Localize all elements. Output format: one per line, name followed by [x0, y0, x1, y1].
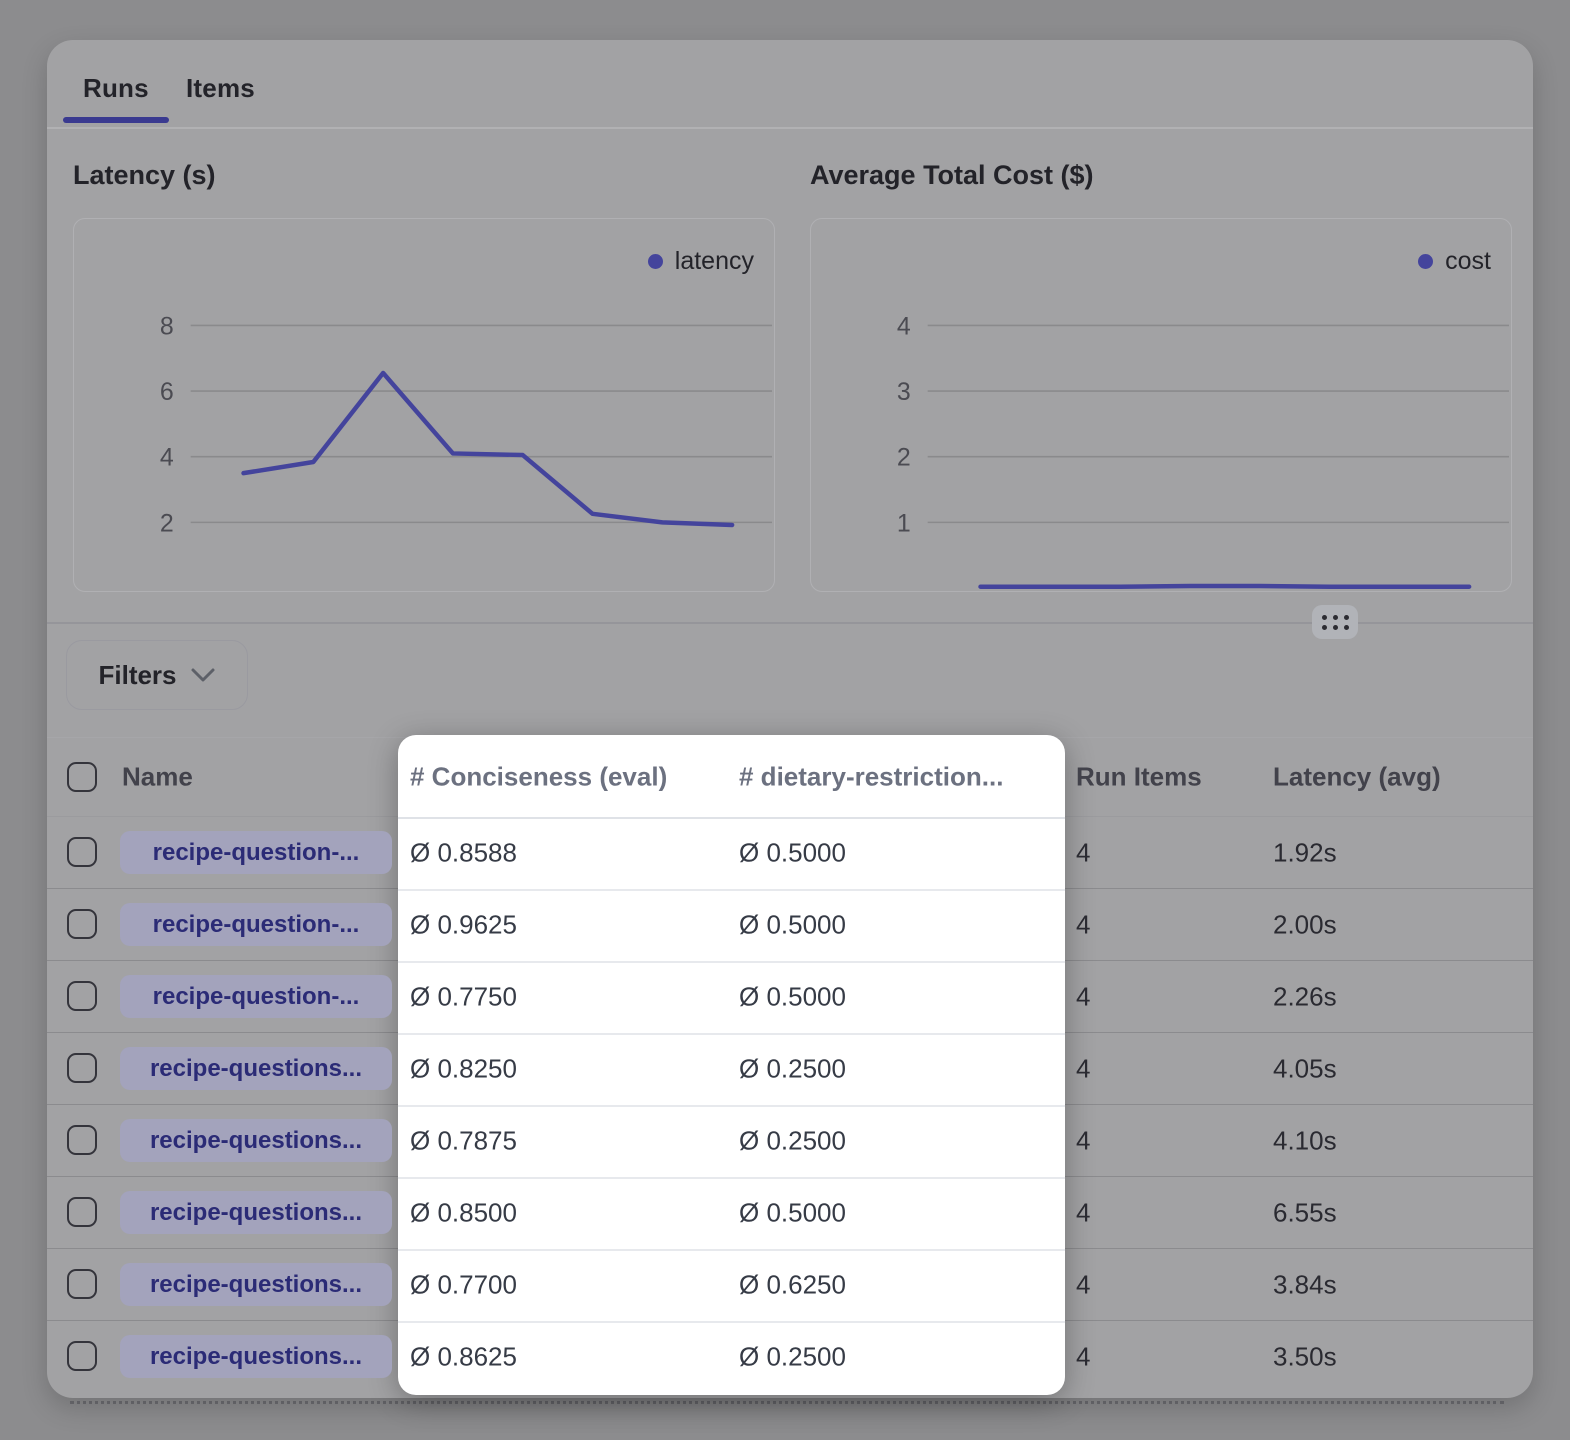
cost-legend-dot-icon: [1418, 254, 1433, 269]
latency-chart: 2 4 6 8 latency: [73, 218, 775, 592]
tab-items[interactable]: Items: [186, 73, 255, 104]
conciseness-score-cell: Ø 0.7875: [410, 1125, 517, 1156]
spotlight-row-divider: [398, 1177, 1065, 1179]
svg-text:2: 2: [160, 509, 174, 537]
svg-text:4: 4: [897, 312, 911, 340]
row-checkbox[interactable]: [67, 909, 97, 939]
run-name-pill[interactable]: recipe-question-...: [120, 975, 392, 1018]
latency-avg-cell: 6.55s: [1273, 1197, 1337, 1228]
dietary-restriction-score-cell: Ø 0.5000: [739, 909, 846, 940]
conciseness-score-cell: Ø 0.8588: [410, 837, 517, 868]
run-items-cell: 4: [1076, 1125, 1090, 1156]
runs-panel: Runs Items Latency (s) 2 4 6 8 latency Aver…: [47, 40, 1533, 1398]
filters-button[interactable]: Filters: [66, 640, 248, 710]
latency-avg-cell: 2.26s: [1273, 981, 1337, 1012]
column-header-run-items: Run Items: [1076, 762, 1202, 793]
row-checkbox[interactable]: [67, 1341, 97, 1371]
latency-chart-title: Latency (s): [73, 160, 216, 191]
spotlight-row-divider: [398, 1105, 1065, 1107]
dietary-restriction-score-cell: Ø 0.5000: [739, 1197, 846, 1228]
tabs-divider: [47, 127, 1533, 129]
runs-table: Name # Conciseness (eval) # dietary-rest…: [47, 737, 1533, 1393]
active-tab-indicator: [63, 117, 169, 123]
row-checkbox[interactable]: [67, 1053, 97, 1083]
svg-text:1: 1: [897, 509, 911, 537]
spotlight-row-divider: [398, 1321, 1065, 1323]
column-header-conciseness: # Conciseness (eval): [410, 762, 667, 793]
conciseness-score-cell: Ø 0.8500: [410, 1197, 517, 1228]
cost-chart: 1 2 3 4 cost: [810, 218, 1512, 592]
spotlight-row-divider: [398, 889, 1065, 891]
chevron-down-icon: [190, 667, 216, 683]
conciseness-score-cell: Ø 0.8250: [410, 1053, 517, 1084]
spotlight-row-divider: [398, 1033, 1065, 1035]
run-items-cell: 4: [1076, 1053, 1090, 1084]
dietary-restriction-score-cell: Ø 0.5000: [739, 837, 846, 868]
latency-avg-cell: 1.92s: [1273, 837, 1337, 868]
run-name-pill[interactable]: recipe-questions...: [120, 1335, 392, 1378]
row-checkbox[interactable]: [67, 1125, 97, 1155]
run-name-pill[interactable]: recipe-questions...: [120, 1047, 392, 1090]
row-checkbox[interactable]: [67, 1197, 97, 1227]
column-header-latency-avg: Latency (avg): [1273, 762, 1441, 793]
conciseness-score-cell: Ø 0.7750: [410, 981, 517, 1012]
spotlight-row-divider: [398, 961, 1065, 963]
select-all-checkbox[interactable]: [67, 762, 97, 792]
run-items-cell: 4: [1076, 1269, 1090, 1300]
row-checkbox[interactable]: [67, 981, 97, 1011]
latency-avg-cell: 4.05s: [1273, 1053, 1337, 1084]
dotted-scroll-track: [70, 1401, 1504, 1404]
dietary-restriction-score-cell: Ø 0.2500: [739, 1342, 846, 1373]
run-name-pill[interactable]: recipe-questions...: [120, 1191, 392, 1234]
cost-legend-label: cost: [1445, 247, 1491, 276]
cost-legend: cost: [1418, 247, 1491, 276]
column-header-name: Name: [122, 762, 193, 793]
svg-text:4: 4: [160, 444, 174, 472]
cost-line-chart: 1 2 3 4: [811, 219, 1511, 591]
latency-avg-cell: 3.50s: [1273, 1342, 1337, 1373]
run-items-cell: 4: [1076, 1197, 1090, 1228]
svg-text:3: 3: [897, 378, 911, 406]
svg-text:8: 8: [160, 312, 174, 340]
run-name-pill[interactable]: recipe-questions...: [120, 1263, 392, 1306]
spotlight-row-divider: [398, 817, 1065, 819]
conciseness-score-cell: Ø 0.7700: [410, 1269, 517, 1300]
conciseness-score-cell: Ø 0.9625: [410, 909, 517, 940]
tab-runs[interactable]: Runs: [83, 73, 149, 104]
latency-avg-cell: 4.10s: [1273, 1125, 1337, 1156]
run-items-cell: 4: [1076, 1342, 1090, 1373]
column-header-dietary-restriction: # dietary-restriction...: [739, 762, 1003, 793]
latency-legend-label: latency: [675, 247, 754, 276]
latency-legend: latency: [648, 247, 754, 276]
row-checkbox[interactable]: [67, 837, 97, 867]
grip-dots-icon: [1322, 615, 1349, 630]
latency-avg-cell: 2.00s: [1273, 909, 1337, 940]
svg-text:2: 2: [897, 444, 911, 472]
run-name-pill[interactable]: recipe-question-...: [120, 831, 392, 874]
section-divider: [47, 622, 1533, 624]
row-checkbox[interactable]: [67, 1269, 97, 1299]
resize-drag-handle[interactable]: [1312, 605, 1358, 639]
conciseness-score-cell: Ø 0.8625: [410, 1342, 517, 1373]
svg-text:6: 6: [160, 378, 174, 406]
filters-button-label: Filters: [98, 660, 176, 691]
run-items-cell: 4: [1076, 909, 1090, 940]
dietary-restriction-score-cell: Ø 0.6250: [739, 1269, 846, 1300]
dietary-restriction-score-cell: Ø 0.2500: [739, 1053, 846, 1084]
latency-legend-dot-icon: [648, 254, 663, 269]
run-name-pill[interactable]: recipe-question-...: [120, 903, 392, 946]
run-items-cell: 4: [1076, 837, 1090, 868]
cost-chart-title: Average Total Cost ($): [810, 160, 1094, 191]
dietary-restriction-score-cell: Ø 0.5000: [739, 981, 846, 1012]
run-items-cell: 4: [1076, 981, 1090, 1012]
dietary-restriction-score-cell: Ø 0.2500: [739, 1125, 846, 1156]
spotlight-row-divider: [398, 1249, 1065, 1251]
run-name-pill[interactable]: recipe-questions...: [120, 1119, 392, 1162]
latency-avg-cell: 3.84s: [1273, 1269, 1337, 1300]
